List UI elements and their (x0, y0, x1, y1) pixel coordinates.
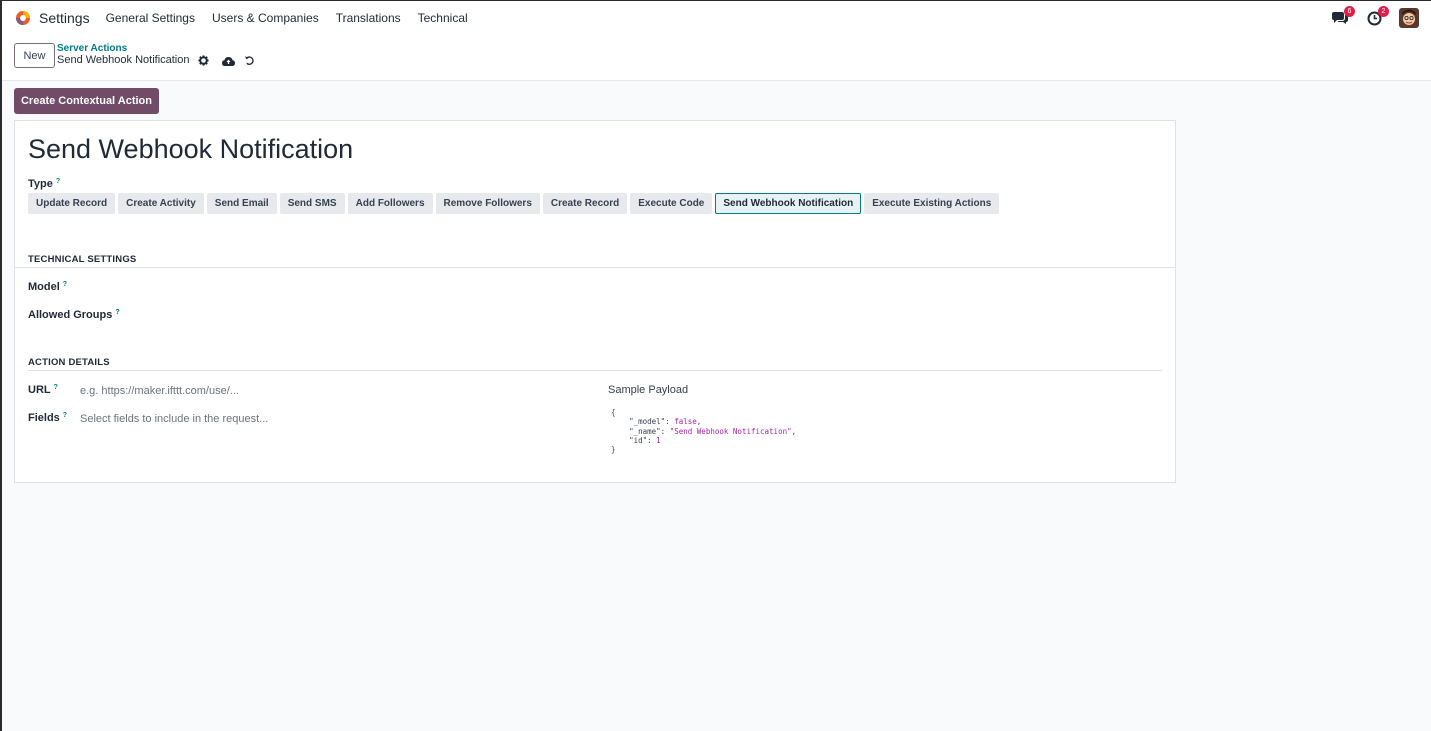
activities-button[interactable]: 2 (1363, 6, 1389, 29)
type-add-followers[interactable]: Add Followers (347, 193, 433, 214)
breadcrumb-current: Send Webhook Notification (57, 54, 190, 66)
window-edge-left (0, 0, 2, 731)
fields-label-text: Fields (28, 412, 60, 424)
main-menu: General Settings Users & Companies Trans… (106, 11, 485, 25)
top-navbar: Settings General Settings Users & Compan… (2, 1, 1431, 35)
sample-payload-code: { "_model": false, "_name": "Send Webhoo… (611, 408, 797, 455)
activities-badge: 2 (1378, 6, 1389, 17)
menu-general-settings[interactable]: General Settings (106, 11, 195, 25)
messages-button[interactable]: 6 (1329, 6, 1355, 29)
fields-help-icon[interactable]: ? (63, 412, 67, 419)
technical-settings-heading: TECHNICAL SETTINGS (28, 254, 137, 265)
action-details-divider (28, 370, 1162, 371)
app-name[interactable]: Settings (39, 10, 90, 26)
action-details-heading: ACTION DETAILS (28, 357, 110, 368)
type-update-record[interactable]: Update Record (28, 193, 116, 214)
url-input[interactable]: e.g. https://maker.ifttt.com/use/... (80, 385, 239, 397)
discard-icon[interactable] (243, 54, 256, 67)
technical-settings-divider (15, 267, 1175, 268)
new-button[interactable]: New (14, 43, 55, 68)
allowed-groups-label-text: Allowed Groups (28, 309, 113, 321)
model-help-icon[interactable]: ? (63, 281, 67, 288)
fields-input[interactable]: Select fields to include in the request.… (80, 413, 268, 425)
type-remove-followers[interactable]: Remove Followers (435, 193, 540, 214)
payload-close-brace: } (611, 445, 616, 455)
type-label-text: Type (28, 178, 53, 190)
type-create-record[interactable]: Create Record (542, 193, 628, 214)
payload-id-key: "id" (629, 435, 648, 445)
type-help-icon[interactable]: ? (56, 178, 60, 185)
form-sheet: Send Webhook Notification Type? Update R… (14, 120, 1176, 483)
url-help-icon[interactable]: ? (54, 384, 58, 391)
user-avatar[interactable] (1399, 8, 1419, 28)
url-label-text: URL (28, 384, 51, 396)
menu-technical[interactable]: Technical (418, 11, 468, 25)
payload-name-key: "_name" (629, 426, 661, 436)
record-title[interactable]: Send Webhook Notification (28, 134, 353, 165)
fields-label: Fields? (28, 412, 67, 424)
type-execute-existing-actions[interactable]: Execute Existing Actions (864, 193, 1000, 214)
messages-badge: 6 (1344, 6, 1355, 17)
payload-id-value: 1 (656, 435, 661, 445)
model-label: Model? (28, 281, 67, 293)
allowed-groups-label: Allowed Groups? (28, 309, 120, 321)
create-contextual-action-button[interactable]: Create Contextual Action (14, 88, 159, 114)
systray: 6 2 (1317, 6, 1419, 29)
type-create-activity[interactable]: Create Activity (118, 193, 204, 214)
type-selector: Update Record Create Activity Send Email… (28, 193, 1002, 214)
payload-model-value: false (674, 417, 697, 427)
type-execute-code[interactable]: Execute Code (630, 193, 713, 214)
payload-model-key: "_model" (629, 417, 666, 427)
type-send-sms[interactable]: Send SMS (279, 193, 345, 214)
sample-payload-label: Sample Payload (608, 384, 689, 396)
model-label-text: Model (28, 281, 60, 293)
type-send-email[interactable]: Send Email (206, 193, 277, 214)
menu-users-companies[interactable]: Users & Companies (212, 11, 319, 25)
gear-icon[interactable] (197, 54, 210, 67)
type-send-webhook-notification[interactable]: Send Webhook Notification (715, 193, 862, 214)
control-panel: New Server Actions Send Webhook Notifica… (2, 35, 1431, 81)
breadcrumb-server-actions[interactable]: Server Actions (57, 43, 127, 54)
cloud-upload-icon[interactable] (222, 54, 235, 67)
odoo-app-icon[interactable] (14, 9, 32, 27)
type-label: Type? (28, 178, 60, 190)
payload-open-brace: { (611, 408, 616, 417)
allowed-groups-help-icon[interactable]: ? (115, 309, 119, 316)
menu-translations[interactable]: Translations (336, 11, 401, 25)
url-label: URL? (28, 384, 58, 396)
payload-name-value: "Send Webhook Notification" (669, 426, 792, 436)
